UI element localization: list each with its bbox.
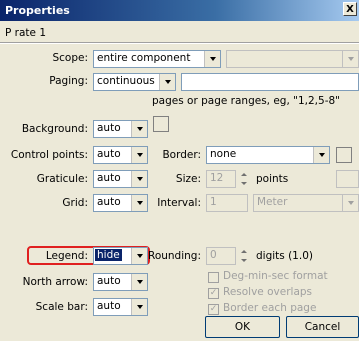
window-title: Properties	[5, 4, 70, 17]
legend-label: Legend:	[45, 250, 88, 262]
north-arrow-dropdown[interactable]: auto	[93, 273, 148, 291]
chevron-down-icon	[131, 248, 147, 264]
spin-down-icon	[237, 179, 251, 188]
border-value: none	[210, 148, 237, 160]
rounding-unit: digits (1.0)	[256, 250, 313, 262]
chevron-down-icon	[131, 299, 147, 315]
scope-value: entire component	[97, 52, 191, 64]
check-icon: ✓	[209, 304, 218, 314]
interval-unit-dropdown: Meter	[253, 194, 359, 212]
scale-bar-value: auto	[97, 300, 121, 312]
size-label: Size:	[175, 173, 201, 185]
control-points-label: Control points:	[10, 149, 88, 161]
interval-label: Interval:	[157, 197, 201, 209]
rounding-spinner[interactable]	[237, 247, 251, 265]
scope-dropdown[interactable]: entire component	[93, 50, 221, 68]
chevron-down-icon	[131, 121, 147, 137]
legend-value: hide	[95, 249, 122, 261]
scale-bar-label: Scale bar:	[35, 301, 88, 313]
paging-label: Paging:	[49, 75, 88, 87]
size-input[interactable]: 12	[206, 170, 236, 188]
ok-button[interactable]: OK	[205, 316, 280, 338]
grid-value: auto	[97, 196, 121, 208]
check-icon: ✓	[209, 288, 218, 298]
interval-input[interactable]: 1	[206, 194, 248, 212]
rounding-label: Rounding:	[148, 250, 201, 262]
background-label: Background:	[21, 123, 88, 135]
size-unit: points	[256, 173, 289, 185]
close-icon: X	[346, 4, 354, 15]
page-ranges-input[interactable]	[181, 73, 359, 91]
size-spinner[interactable]	[237, 170, 251, 188]
resolve-overlaps-label: Resolve overlaps	[223, 286, 313, 298]
chevron-down-icon	[131, 274, 147, 290]
border-color-swatch[interactable]	[336, 147, 352, 163]
chevron-down-icon	[313, 147, 329, 163]
page-ranges-hint: pages or page ranges, eg, "1,2,5-8"	[152, 95, 340, 107]
title-bar: Properties X	[0, 0, 359, 21]
dialog-subtitle: P rate 1	[5, 27, 47, 39]
border-label: Border:	[162, 149, 201, 161]
background-dropdown[interactable]: auto	[93, 120, 148, 138]
cancel-button[interactable]: Cancel	[286, 316, 359, 338]
graticule-value: auto	[97, 172, 121, 184]
grid-dropdown[interactable]: auto	[93, 194, 148, 212]
spin-up-icon	[237, 170, 251, 179]
scale-bar-dropdown[interactable]: auto	[93, 298, 148, 316]
size-extra-input	[336, 170, 359, 188]
paging-dropdown[interactable]: continuous	[93, 73, 176, 91]
graticule-label: Graticule:	[36, 173, 88, 185]
paging-value: continuous	[97, 75, 155, 87]
chevron-down-icon	[342, 195, 358, 211]
grid-label: Grid:	[62, 197, 88, 209]
top-separator	[0, 42, 359, 44]
graticule-dropdown[interactable]: auto	[93, 170, 148, 188]
spin-down-icon	[237, 256, 251, 265]
legend-dropdown[interactable]: hide	[93, 247, 148, 265]
chevron-down-icon	[131, 195, 147, 211]
north-arrow-value: auto	[97, 275, 121, 287]
scope-secondary-dropdown	[226, 50, 359, 68]
north-arrow-label: North arrow:	[22, 276, 88, 288]
control-points-dropdown[interactable]: auto	[93, 146, 148, 164]
border-each-page-checkbox[interactable]: ✓	[208, 304, 219, 315]
close-button[interactable]: X	[343, 2, 357, 16]
chevron-down-icon	[342, 51, 358, 67]
spin-up-icon	[237, 247, 251, 256]
control-points-value: auto	[97, 148, 121, 160]
chevron-down-icon	[131, 171, 147, 187]
deg-min-sec-label: Deg-min-sec format	[223, 270, 328, 282]
scope-label: Scope:	[52, 52, 88, 64]
chevron-down-icon	[159, 74, 175, 90]
resolve-overlaps-checkbox[interactable]: ✓	[208, 288, 219, 299]
deg-min-sec-checkbox[interactable]	[208, 272, 219, 283]
chevron-down-icon	[204, 51, 220, 67]
rounding-input[interactable]: 0	[206, 247, 236, 265]
chevron-down-icon	[131, 147, 147, 163]
background-color-swatch[interactable]	[153, 116, 169, 132]
border-each-page-label: Border each page	[223, 302, 317, 314]
border-dropdown[interactable]: none	[206, 146, 330, 164]
background-value: auto	[97, 122, 121, 134]
interval-unit-value: Meter	[257, 196, 288, 208]
